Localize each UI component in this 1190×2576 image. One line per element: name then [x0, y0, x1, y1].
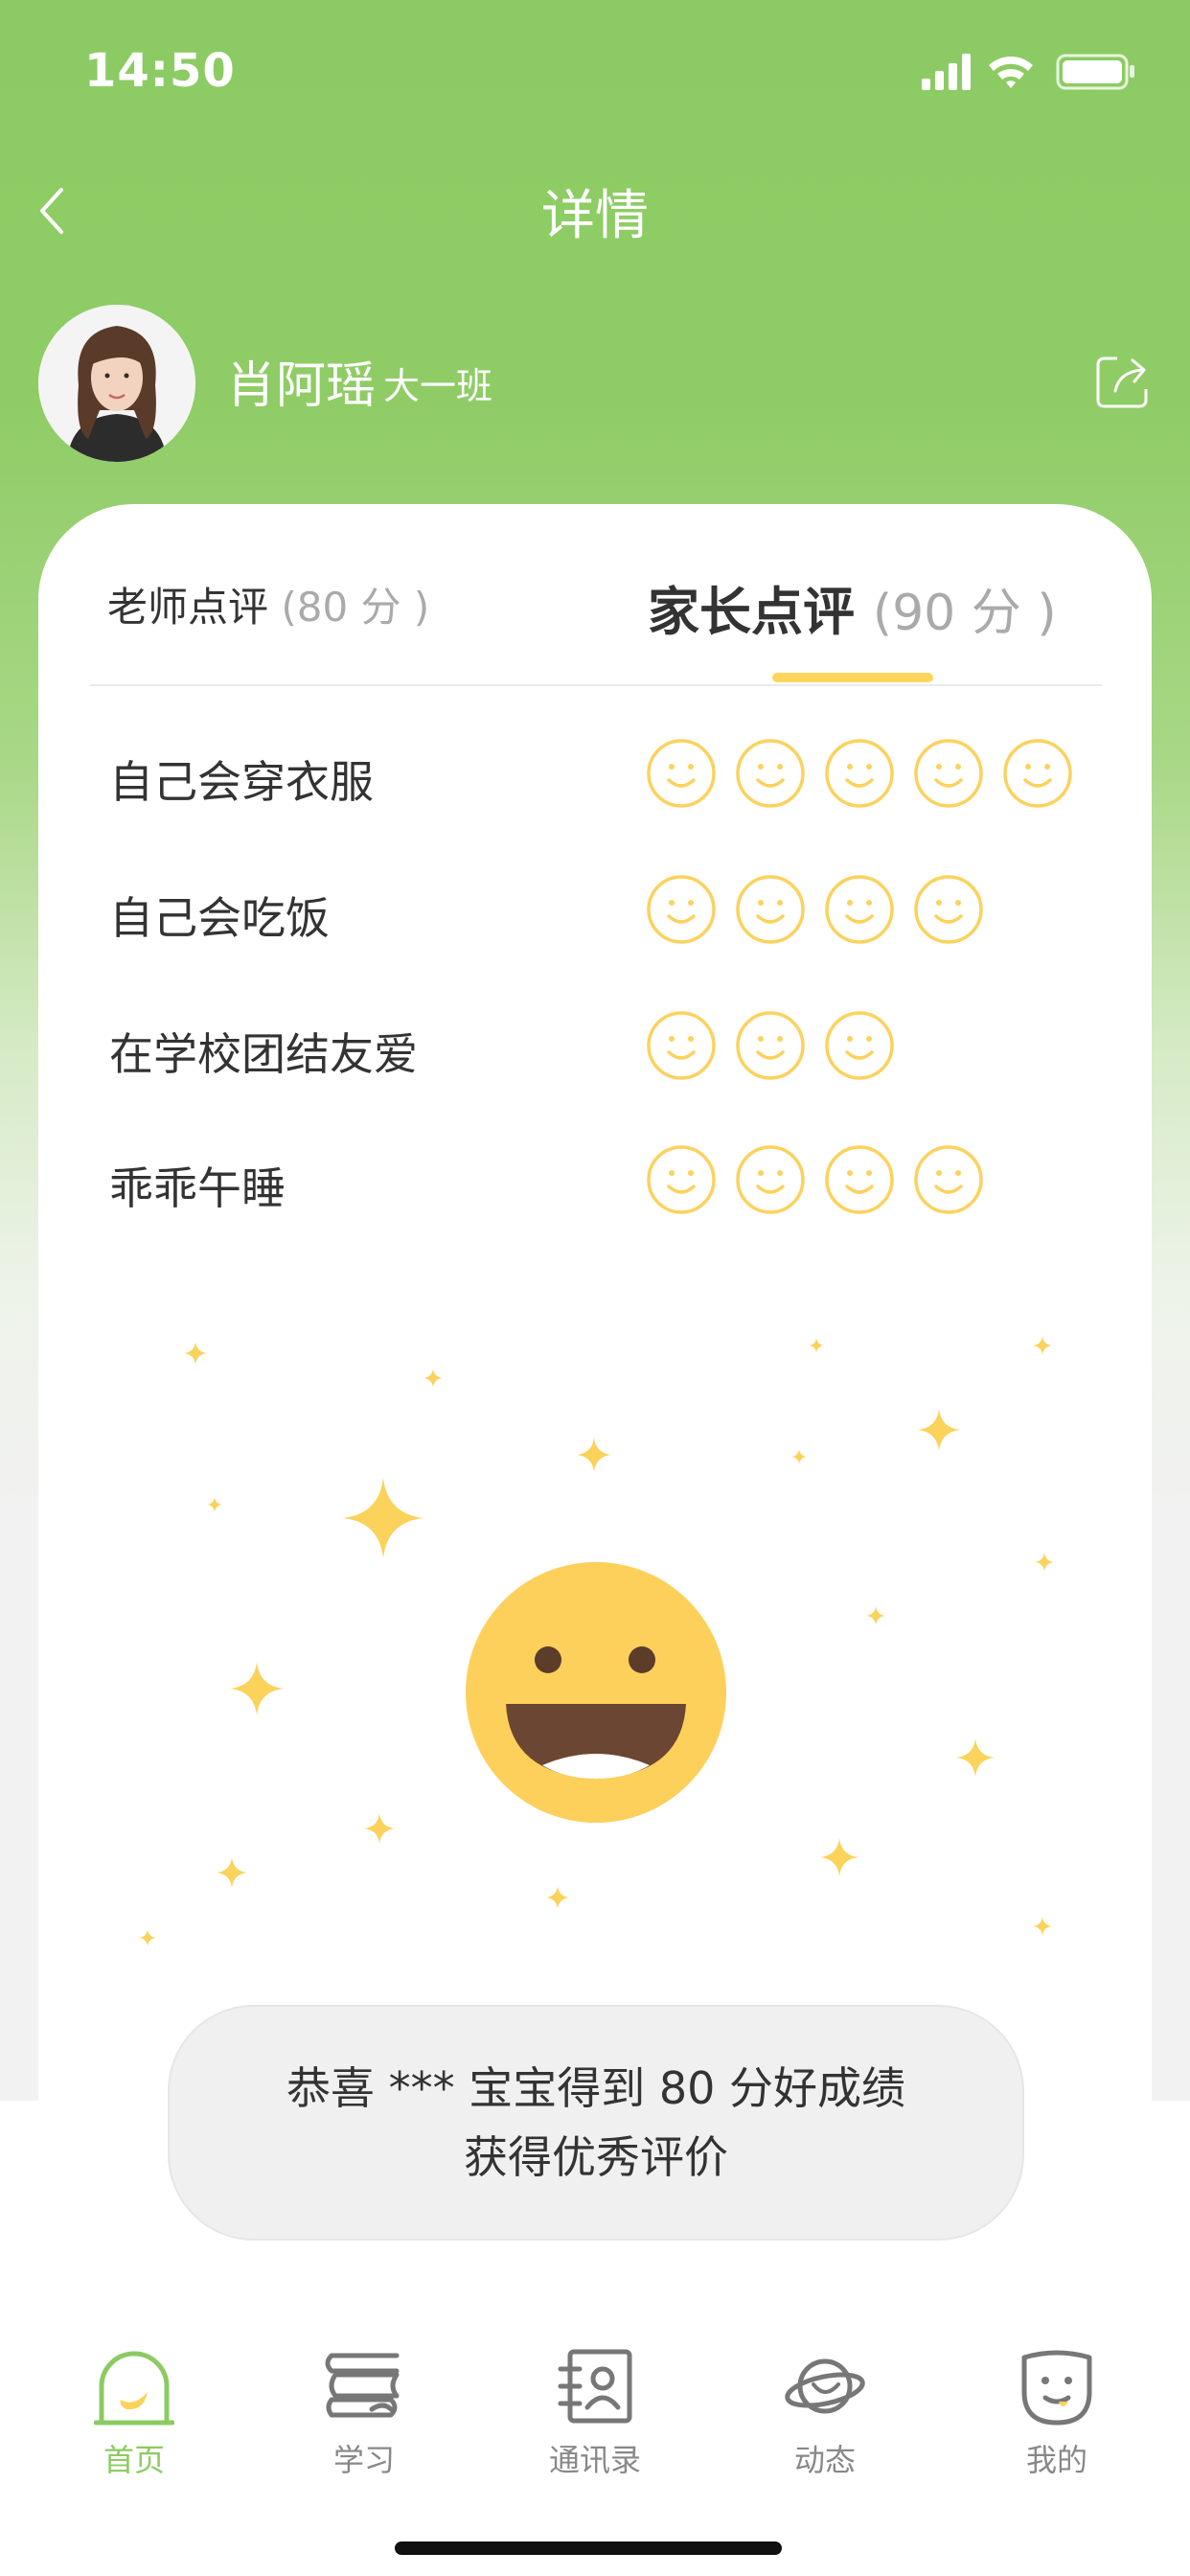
smiley-rating-icon	[647, 739, 716, 808]
student-class: 大一班	[383, 365, 493, 407]
congrats-line-2: 获得优秀评价	[464, 2131, 728, 2183]
planet-icon	[785, 2358, 865, 2414]
tab-parent-review[interactable]: 家长点评 (90 分 )	[648, 569, 1057, 645]
tab-parent-label: 家长点评	[648, 582, 855, 642]
smiley-rating-icon	[914, 739, 983, 808]
smiley-rating-icon	[825, 739, 894, 808]
signal-icon	[922, 54, 971, 90]
rating-faces	[646, 1010, 913, 1081]
study-icon	[325, 2353, 400, 2418]
tab-teacher-score: (80 分 )	[281, 584, 430, 631]
tab-divider	[90, 684, 1102, 686]
student-name: 肖阿瑶	[226, 357, 377, 415]
smiley-rating-icon	[647, 1145, 716, 1214]
smiley-rating-icon	[736, 1011, 805, 1080]
battery-icon	[1056, 54, 1134, 90]
smiley-rating-icon	[914, 875, 983, 944]
tabbar-label-study: 学习	[332, 2442, 395, 2478]
smiley-rating-icon	[1003, 739, 1072, 808]
smiley-rating-icon	[825, 875, 894, 944]
tabbar-item-study[interactable]: 学习	[297, 2346, 431, 2490]
tab-teacher-label: 老师点评	[107, 584, 269, 631]
smiley-rating-icon	[647, 875, 716, 944]
tabbar-item-home[interactable]: 首页	[67, 2346, 201, 2490]
smiley-rating-icon	[825, 1011, 894, 1080]
tabbar-label-home: 首页	[103, 2442, 165, 2478]
congrats-message: 恭喜 *** 宝宝得到 80 分好成绩 获得优秀评价	[168, 2005, 1024, 2241]
rating-faces	[646, 1144, 1002, 1215]
criteria-row: 自己会吃饭	[0, 866, 1190, 953]
avatar[interactable]	[38, 305, 195, 462]
bottom-tab-bar: 首页 学习 通讯录 动态 我的	[0, 2346, 1190, 2499]
criteria-label: 自己会吃饭	[109, 892, 330, 944]
tabbar-item-contacts[interactable]: 通讯录	[528, 2346, 662, 2490]
tabbar-label-mine: 我的	[1025, 2442, 1087, 2478]
tabbar-label-contacts: 通讯录	[548, 2442, 641, 2478]
avatar-portrait	[38, 305, 195, 462]
profile-face-icon	[1021, 2350, 1092, 2426]
home-icon	[94, 2351, 174, 2426]
criteria-label: 自己会穿衣服	[109, 756, 374, 808]
smiley-rating-icon	[736, 875, 805, 944]
criteria-row: 乖乖午睡	[0, 1137, 1190, 1223]
share-icon[interactable]	[1094, 355, 1150, 410]
smiley-rating-icon	[647, 1011, 716, 1080]
smiley-rating-icon	[736, 739, 805, 808]
tab-teacher-review[interactable]: 老师点评 (80 分 )	[107, 575, 429, 633]
rating-faces	[646, 738, 1091, 809]
tabbar-label-moments: 动态	[793, 2442, 856, 2478]
criteria-label: 乖乖午睡	[109, 1162, 286, 1214]
rating-faces	[646, 874, 1002, 945]
active-tab-indicator	[772, 673, 933, 682]
smiley-rating-icon	[914, 1145, 983, 1214]
criteria-label: 在学校团结友爱	[109, 1028, 418, 1080]
home-indicator	[395, 2542, 782, 2555]
smiley-rating-icon	[825, 1145, 894, 1214]
criteria-row: 在学校团结友爱	[0, 1002, 1190, 1089]
smiley-rating-icon	[736, 1145, 805, 1214]
contacts-icon	[558, 2349, 632, 2424]
tab-parent-score: (90 分 )	[872, 585, 1057, 642]
congrats-line-1: 恭喜 *** 宝宝得到 80 分好成绩	[286, 2062, 906, 2114]
wifi-icon	[989, 57, 1033, 88]
page-title: 详情	[541, 185, 649, 247]
tabbar-item-mine[interactable]: 我的	[990, 2346, 1124, 2490]
laughing-face-icon	[466, 1562, 726, 1823]
status-icons	[922, 54, 1134, 90]
status-time: 14:50	[84, 44, 236, 98]
tabbar-item-moments[interactable]: 动态	[758, 2346, 892, 2490]
criteria-row: 自己会穿衣服	[0, 730, 1190, 816]
